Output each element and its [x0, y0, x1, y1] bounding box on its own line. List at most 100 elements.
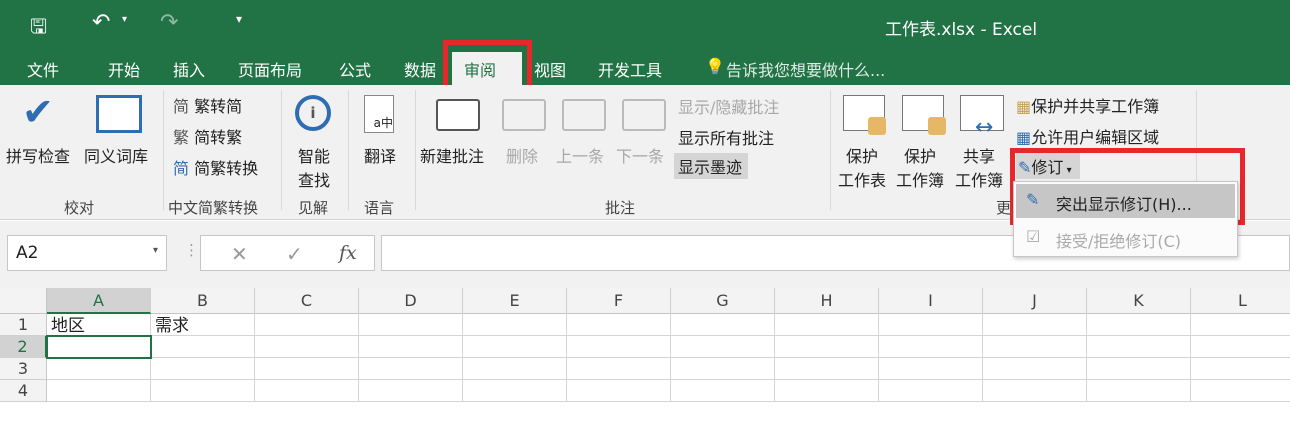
column-header-C[interactable]: C: [255, 288, 359, 314]
column-header-G[interactable]: G: [671, 288, 775, 314]
cell-I3[interactable]: [879, 358, 983, 380]
convert-button[interactable]: 简 简繁转换: [173, 155, 258, 179]
name-box[interactable]: A2 ▾: [7, 235, 167, 271]
delete-comment-button[interactable]: 删除: [506, 143, 538, 167]
cell-E1[interactable]: [463, 314, 567, 336]
show-all-comments-button[interactable]: 显示所有批注: [678, 125, 774, 149]
cell-A3[interactable]: [47, 358, 151, 380]
cell-K1[interactable]: [1087, 314, 1191, 336]
simp-to-trad-button[interactable]: 繁 简转繁: [173, 124, 242, 148]
cell-D4[interactable]: [359, 380, 463, 402]
tab-page-layout[interactable]: 页面布局: [238, 57, 302, 81]
next-comment-button[interactable]: 下一条: [616, 143, 664, 167]
row-header-3[interactable]: 3: [0, 358, 47, 380]
tab-home[interactable]: 开始: [108, 57, 140, 81]
undo-dropdown-icon[interactable]: ▾: [122, 14, 127, 25]
cell-L2[interactable]: [1191, 336, 1290, 358]
customize-qat-icon[interactable]: ▾: [236, 12, 242, 26]
cell-A4[interactable]: [47, 380, 151, 402]
menu-item-accept-reject[interactable]: ☑ 接受/拒绝修订(C): [1016, 224, 1235, 254]
cell-C3[interactable]: [255, 358, 359, 380]
row-header-1[interactable]: 1: [0, 314, 47, 336]
cell-G3[interactable]: [671, 358, 775, 380]
column-header-E[interactable]: E: [463, 288, 567, 314]
protect-share-button[interactable]: ▦保护并共享工作簿: [1016, 93, 1159, 117]
cell-C4[interactable]: [255, 380, 359, 402]
cell-F2[interactable]: [567, 336, 671, 358]
translate-button[interactable]: 翻译: [364, 143, 396, 167]
save-icon[interactable]: 🖫: [30, 12, 47, 46]
column-header-J[interactable]: J: [983, 288, 1087, 314]
allow-edit-ranges-button[interactable]: ▦允许用户编辑区域: [1016, 124, 1159, 148]
cell-I2[interactable]: [879, 336, 983, 358]
cell-L1[interactable]: [1191, 314, 1290, 336]
protect-sheet-button[interactable]: 保护 工作表: [838, 143, 886, 191]
spell-check-button[interactable]: 拼写检查: [6, 143, 70, 167]
row-header-2[interactable]: 2: [0, 336, 47, 358]
cell-C2[interactable]: [255, 336, 359, 358]
share-workbook-button[interactable]: 共享 工作簿: [955, 143, 1003, 191]
cell-K4[interactable]: [1087, 380, 1191, 402]
cell-E3[interactable]: [463, 358, 567, 380]
new-comment-button[interactable]: 新建批注: [420, 143, 484, 167]
cell-E2[interactable]: [463, 336, 567, 358]
column-header-D[interactable]: D: [359, 288, 463, 314]
cell-A1[interactable]: 地区: [47, 314, 151, 336]
insert-function-icon[interactable]: fx: [339, 242, 357, 264]
previous-comment-button[interactable]: 上一条: [556, 143, 604, 167]
row-header-4[interactable]: 4: [0, 380, 47, 402]
cell-I1[interactable]: [879, 314, 983, 336]
tab-formulas[interactable]: 公式: [339, 57, 371, 81]
cell-D2[interactable]: [359, 336, 463, 358]
cell-I4[interactable]: [879, 380, 983, 402]
cell-B4[interactable]: [151, 380, 255, 402]
cell-H4[interactable]: [775, 380, 879, 402]
smart-lookup-button[interactable]: 智能 查找: [298, 143, 330, 191]
protect-workbook-button[interactable]: 保护 工作簿: [896, 143, 944, 191]
cell-D1[interactable]: [359, 314, 463, 336]
cell-G4[interactable]: [671, 380, 775, 402]
redo-icon[interactable]: ↷: [160, 10, 178, 35]
thesaurus-button[interactable]: 同义词库: [84, 143, 148, 167]
cell-E4[interactable]: [463, 380, 567, 402]
cell-H1[interactable]: [775, 314, 879, 336]
tab-file[interactable]: 文件: [27, 57, 59, 81]
cell-H3[interactable]: [775, 358, 879, 380]
cell-C1[interactable]: [255, 314, 359, 336]
cancel-icon[interactable]: ✕: [231, 242, 248, 266]
cell-F1[interactable]: [567, 314, 671, 336]
cell-J4[interactable]: [983, 380, 1087, 402]
column-header-A[interactable]: A: [47, 288, 151, 314]
cell-G1[interactable]: [671, 314, 775, 336]
cell-B3[interactable]: [151, 358, 255, 380]
cell-L4[interactable]: [1191, 380, 1290, 402]
cell-J3[interactable]: [983, 358, 1087, 380]
undo-icon[interactable]: ↶: [92, 10, 110, 35]
cell-K3[interactable]: [1087, 358, 1191, 380]
cell-B2[interactable]: [151, 336, 255, 358]
trad-to-simp-button[interactable]: 简 繁转简: [173, 93, 242, 117]
column-header-B[interactable]: B: [151, 288, 255, 314]
cell-F4[interactable]: [567, 380, 671, 402]
tab-developer[interactable]: 开发工具: [598, 57, 662, 81]
column-header-L[interactable]: L: [1191, 288, 1290, 314]
show-hide-comment-button[interactable]: 显示/隐藏批注: [678, 94, 779, 118]
cell-G2[interactable]: [671, 336, 775, 358]
cell-J2[interactable]: [983, 336, 1087, 358]
tab-insert[interactable]: 插入: [173, 57, 205, 81]
menu-item-highlight-changes[interactable]: ✎ 突出显示修订(H)...: [1016, 184, 1235, 218]
cell-B1[interactable]: 需求: [151, 314, 255, 336]
tell-me-search[interactable]: 告诉我您想要做什么...: [726, 57, 885, 81]
column-header-H[interactable]: H: [775, 288, 879, 314]
select-all-button[interactable]: [0, 288, 47, 314]
column-header-F[interactable]: F: [567, 288, 671, 314]
cell-H2[interactable]: [775, 336, 879, 358]
column-header-K[interactable]: K: [1087, 288, 1191, 314]
enter-icon[interactable]: ✓: [286, 242, 303, 266]
cell-D3[interactable]: [359, 358, 463, 380]
show-ink-button[interactable]: 显示墨迹: [674, 153, 749, 179]
cell-L3[interactable]: [1191, 358, 1290, 380]
cell-K2[interactable]: [1087, 336, 1191, 358]
column-header-I[interactable]: I: [879, 288, 983, 314]
tab-view[interactable]: 视图: [534, 57, 566, 81]
